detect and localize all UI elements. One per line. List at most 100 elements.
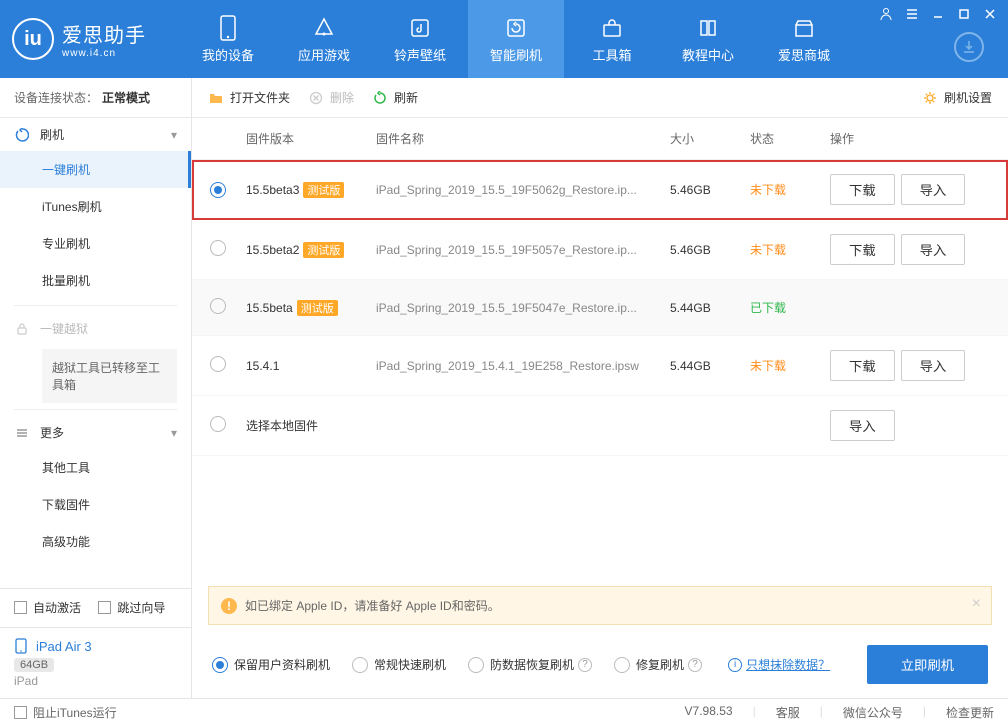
flash-now-button[interactable]: 立即刷机 [867, 645, 988, 684]
maximize-icon[interactable] [956, 6, 972, 22]
delete-button: 删除 [308, 89, 354, 106]
sidebar-item-other-tools[interactable]: 其他工具 [0, 449, 191, 486]
open-folder-button[interactable]: 打开文件夹 [208, 89, 290, 106]
minimize-icon[interactable] [930, 6, 946, 22]
wechat-link[interactable]: 微信公众号 [843, 704, 903, 721]
firmware-version: 15.4.1 [246, 359, 279, 373]
flash-settings-button[interactable]: 刷机设置 [922, 89, 992, 106]
refresh-icon [503, 15, 529, 41]
firmware-filename: iPad_Spring_2019_15.4.1_19E258_Restore.i… [376, 359, 639, 373]
radio-icon[interactable] [210, 416, 226, 432]
firmware-size: 5.44GB [670, 301, 750, 315]
radio-icon[interactable] [468, 657, 484, 673]
sidebar-item-download-firmware[interactable]: 下载固件 [0, 486, 191, 523]
nav-toolbox[interactable]: 工具箱 [564, 0, 660, 78]
firmware-size: 5.44GB [670, 359, 750, 373]
device-status: 设备连接状态： 正常模式 [0, 78, 191, 118]
opt-quick-flash[interactable]: 常规快速刷机 [352, 656, 446, 673]
opt-anti-recovery-flash[interactable]: 防数据恢复刷机 ? [468, 656, 592, 673]
lock-icon [14, 321, 30, 337]
radio-icon[interactable] [614, 657, 630, 673]
radio-icon[interactable] [210, 298, 226, 314]
nav-tutorial[interactable]: 教程中心 [660, 0, 756, 78]
row-action-button[interactable]: 下载 [830, 234, 895, 265]
table-row[interactable]: 选择本地固件导入 [192, 396, 1008, 456]
chevron-down-icon: ▾ [171, 426, 177, 440]
sidebar-item-itunes-flash[interactable]: iTunes刷机 [0, 188, 191, 225]
col-action: 操作 [830, 130, 990, 147]
nav-ringtone-wallpaper[interactable]: 铃声壁纸 [372, 0, 468, 78]
row-action-button[interactable]: 导入 [830, 410, 895, 441]
info-icon[interactable]: i [728, 658, 742, 672]
block-itunes-checkbox[interactable]: 阻止iTunes运行 [14, 704, 117, 721]
folder-icon [208, 90, 224, 106]
opt-repair-flash[interactable]: 修复刷机 ? [614, 656, 702, 673]
opt-keep-data[interactable]: 保留用户资料刷机 [212, 656, 330, 673]
firmware-filename: iPad_Spring_2019_15.5_19F5062g_Restore.i… [376, 183, 637, 197]
customer-service-link[interactable]: 客服 [776, 704, 800, 721]
erase-data-link[interactable]: 只想抹除数据？ [746, 656, 830, 673]
app-logo-icon: iu [12, 18, 54, 60]
radio-icon[interactable] [210, 182, 226, 198]
window-controls [878, 6, 998, 22]
member-icon[interactable] [878, 6, 894, 22]
device-icon [215, 15, 241, 41]
sidebar-section-more[interactable]: 更多 ▾ [0, 416, 191, 449]
menu-icon[interactable] [904, 6, 920, 22]
check-update-link[interactable]: 检查更新 [946, 704, 994, 721]
table-row[interactable]: 15.4.1 iPad_Spring_2019_15.4.1_19E258_Res… [192, 336, 1008, 396]
table-row[interactable]: 15.5beta测试版iPad_Spring_2019_15.5_19F5047… [192, 280, 1008, 336]
row-action-button[interactable]: 下载 [830, 350, 895, 381]
skip-guide-checkbox[interactable]: 跳过向导 [98, 599, 165, 616]
nav-smart-flash[interactable]: 智能刷机 [468, 0, 564, 78]
beta-badge: 测试版 [303, 242, 344, 258]
beta-badge: 测试版 [303, 182, 344, 198]
table-header: 固件版本 固件名称 大小 状态 操作 [192, 118, 1008, 160]
radio-icon[interactable] [210, 356, 226, 372]
chevron-down-icon: ▾ [171, 128, 177, 142]
close-icon[interactable] [982, 6, 998, 22]
sidebar-item-batch-flash[interactable]: 批量刷机 [0, 262, 191, 299]
book-icon [695, 15, 721, 41]
apps-icon [311, 15, 337, 41]
sidebar-section-flash[interactable]: 刷机 ▾ [0, 118, 191, 151]
radio-icon[interactable] [210, 240, 226, 256]
firmware-size: 5.46GB [670, 243, 750, 257]
help-icon[interactable]: ? [578, 658, 592, 672]
sidebar-item-pro-flash[interactable]: 专业刷机 [0, 225, 191, 262]
help-icon[interactable]: ? [688, 658, 702, 672]
nav-my-device[interactable]: 我的设备 [180, 0, 276, 78]
table-row[interactable]: 15.5beta3测试版iPad_Spring_2019_15.5_19F506… [192, 160, 1008, 220]
device-card[interactable]: iPad Air 3 64GB iPad [0, 627, 191, 698]
device-type: iPad [14, 674, 177, 688]
close-notice-icon[interactable]: × [972, 595, 981, 613]
radio-icon[interactable] [352, 657, 368, 673]
auto-activate-checkbox[interactable]: 自动激活 [14, 599, 81, 616]
row-action-button[interactable]: 下载 [830, 174, 895, 205]
sidebar-item-advanced[interactable]: 高级功能 [0, 523, 191, 560]
flash-options: 保留用户资料刷机 常规快速刷机 防数据恢复刷机 ? 修复刷机 ? i 只想抹除数… [192, 635, 1008, 698]
jailbreak-moved-note: 越狱工具已转移至工具箱 [42, 349, 177, 403]
row-action-button[interactable]: 导入 [901, 234, 966, 265]
radio-icon[interactable] [212, 657, 228, 673]
table-row[interactable]: 15.5beta2测试版iPad_Spring_2019_15.5_19F505… [192, 220, 1008, 280]
nav-apps-games[interactable]: 应用游戏 [276, 0, 372, 78]
app-url: www.i4.cn [62, 48, 146, 59]
sidebar: 设备连接状态： 正常模式 刷机 ▾ 一键刷机 iTunes刷机 专业刷机 批量刷… [0, 78, 192, 698]
device-storage: 64GB [14, 658, 54, 672]
nav-store[interactable]: 爱思商城 [756, 0, 852, 78]
firmware-version: 15.5beta2 [246, 243, 299, 257]
sidebar-section-jailbreak: 一键越狱 [0, 312, 191, 345]
col-name: 固件名称 [376, 130, 670, 147]
app-header: iu 爱思助手 www.i4.cn 我的设备 应用游戏 铃声壁纸 智能刷机 工具… [0, 0, 1008, 78]
col-size: 大小 [670, 130, 750, 147]
row-action-button[interactable]: 导入 [901, 174, 966, 205]
download-manager-icon[interactable] [954, 32, 984, 62]
toolbox-icon [599, 15, 625, 41]
sidebar-item-oneclick-flash[interactable]: 一键刷机 [0, 151, 191, 188]
store-icon [791, 15, 817, 41]
refresh-button[interactable]: 刷新 [372, 89, 418, 106]
firmware-status: 未下载 [750, 241, 830, 258]
row-action-button[interactable]: 导入 [901, 350, 966, 381]
toolbar: 打开文件夹 删除 刷新 刷机设置 [192, 78, 1008, 118]
